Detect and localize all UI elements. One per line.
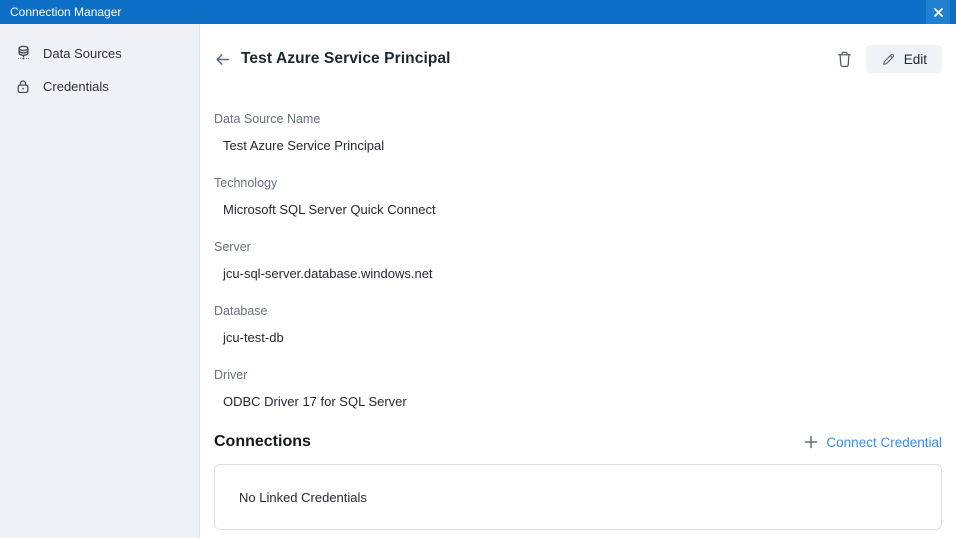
field-value: Microsoft SQL Server Quick Connect (223, 202, 942, 217)
field-value: jcu-sql-server.database.windows.net (223, 266, 942, 281)
field-technology: Technology Microsoft SQL Server Quick Co… (214, 176, 942, 217)
delete-button[interactable] (836, 50, 853, 69)
lock-icon (14, 78, 32, 95)
field-label: Server (214, 240, 942, 254)
linked-credentials-card: No Linked Credentials (214, 464, 942, 530)
edit-button[interactable]: Edit (866, 45, 942, 73)
field-server: Server jcu-sql-server.database.windows.n… (214, 240, 942, 281)
edit-button-label: Edit (904, 52, 927, 67)
trash-icon (836, 50, 853, 69)
close-button[interactable] (926, 0, 950, 24)
detail-header: Test Azure Service Principal (214, 45, 942, 73)
database-icon (14, 44, 32, 62)
sidebar-item-credentials[interactable]: Credentials (0, 70, 199, 103)
titlebar: Connection Manager (0, 0, 956, 24)
field-value: jcu-test-db (223, 330, 942, 345)
back-button[interactable] (214, 51, 231, 68)
pencil-icon (881, 52, 896, 67)
field-label: Data Source Name (214, 112, 942, 126)
field-value: ODBC Driver 17 for SQL Server (223, 394, 942, 409)
field-label: Driver (214, 368, 942, 382)
empty-credentials-message: No Linked Credentials (239, 490, 367, 505)
plus-icon (804, 435, 818, 449)
field-label: Technology (214, 176, 942, 190)
connect-credential-label: Connect Credential (826, 435, 942, 450)
field-data-source-name: Data Source Name Test Azure Service Prin… (214, 112, 942, 153)
arrow-left-icon (214, 51, 231, 68)
window-title: Connection Manager (10, 5, 121, 19)
sidebar-item-label: Credentials (43, 79, 109, 94)
sidebar: Data Sources Credentials (0, 24, 200, 538)
connections-header: Connections Connect Credential (214, 433, 942, 451)
page-title: Test Azure Service Principal (241, 50, 451, 68)
field-value: Test Azure Service Principal (223, 138, 942, 153)
field-label: Database (214, 304, 942, 318)
field-driver: Driver ODBC Driver 17 for SQL Server (214, 368, 942, 409)
data-source-detail: Test Azure Service Principal (200, 24, 956, 538)
connect-credential-button[interactable]: Connect Credential (804, 435, 942, 450)
connections-heading: Connections (214, 433, 311, 451)
close-icon (933, 7, 944, 18)
sidebar-item-label: Data Sources (43, 46, 122, 61)
field-list: Data Source Name Test Azure Service Prin… (214, 112, 942, 409)
connection-manager-window: Connection Manager (0, 0, 956, 538)
sidebar-item-data-sources[interactable]: Data Sources (0, 36, 199, 70)
field-database: Database jcu-test-db (214, 304, 942, 345)
